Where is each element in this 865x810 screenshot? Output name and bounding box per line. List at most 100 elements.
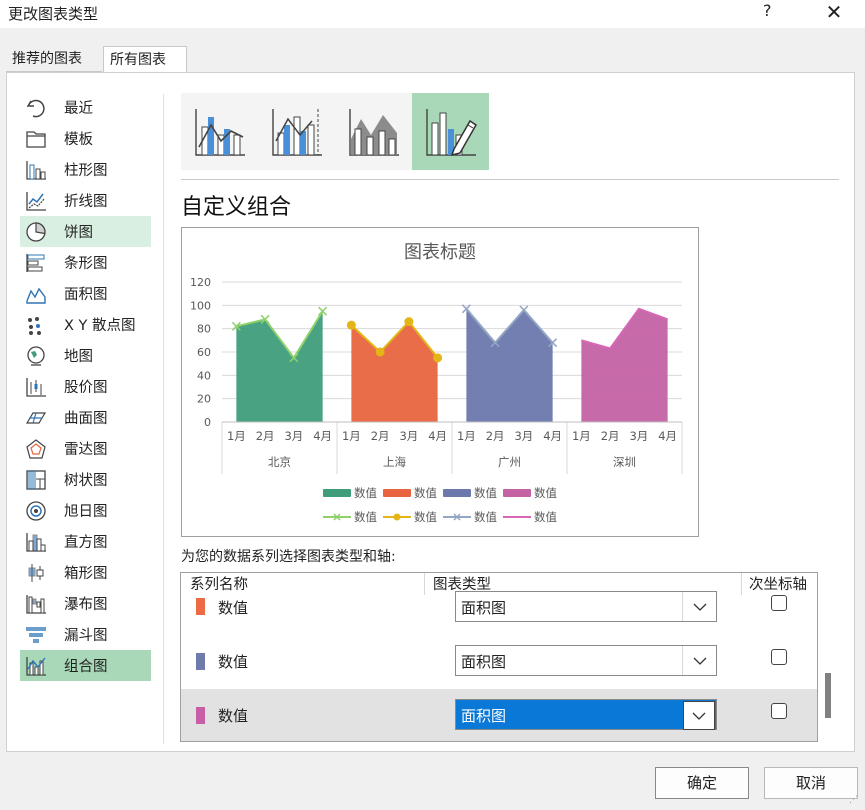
secondary-axis-checkbox[interactable] [771, 595, 787, 611]
category-surface[interactable]: 曲面图 [20, 402, 151, 433]
bar-chart-icon [24, 252, 48, 274]
area-series [581, 308, 668, 422]
category-map[interactable]: 地图 [20, 340, 151, 371]
data-point-marker [375, 347, 385, 357]
x-tick-label: 1月 [342, 429, 361, 443]
x-tick-label: 2月 [601, 429, 620, 443]
column-line-secondary-axis-subtype[interactable] [258, 93, 335, 170]
cancel-button[interactable]: 取消 [764, 767, 858, 799]
x-tick-label: 4月 [313, 429, 332, 443]
stock-chart-icon [24, 376, 48, 398]
tab-recommended-charts[interactable]: 推荐的图表 [6, 46, 102, 72]
category-label: 面积图 [64, 287, 108, 303]
help-icon[interactable]: ? [763, 1, 772, 20]
category-pie[interactable]: 饼图 [20, 216, 151, 247]
category-recent[interactable]: 最近 [20, 92, 151, 123]
x-tick-label: 3月 [399, 429, 418, 443]
x-group-label: 深圳 [613, 455, 636, 469]
series-row: 数值 面积图 [181, 635, 817, 689]
category-label: 折线图 [64, 194, 108, 210]
stacked-area-column-subtype[interactable] [335, 93, 412, 170]
category-label: 模板 [64, 132, 93, 148]
secondary-axis-checkbox[interactable] [771, 649, 787, 665]
ok-button[interactable]: 确定 [655, 767, 749, 799]
category-label: 箱形图 [64, 566, 108, 582]
series-instruction: 为您的数据系列选择图表类型和轴: [181, 549, 396, 565]
funnel-chart-icon [24, 624, 48, 646]
category-label: 旭日图 [64, 504, 108, 520]
clustered-column-line-subtype[interactable] [181, 93, 258, 170]
category-scatter[interactable]: X Y 散点图 [20, 309, 151, 340]
series-color-swatch [196, 598, 205, 615]
y-tick-label: 120 [190, 276, 211, 289]
x-tick-label: 3月 [514, 429, 533, 443]
category-line[interactable]: 折线图 [20, 185, 151, 216]
chart-type-dropdown[interactable]: 面积图 [455, 645, 717, 676]
legend-label: 数值 [414, 510, 437, 524]
series-color-swatch [196, 653, 205, 670]
chevron-down-icon[interactable] [682, 592, 716, 621]
chart-type-dropdown[interactable]: 面积图 [455, 591, 717, 622]
chevron-down-icon[interactable] [682, 646, 716, 675]
y-tick-label: 80 [197, 323, 211, 336]
x-tick-label: 2月 [486, 429, 505, 443]
legend-label: 数值 [354, 486, 377, 500]
x-tick-label: 4月 [658, 429, 677, 443]
x-tick-label: 2月 [256, 429, 275, 443]
chart-preview: 图表标题 0 20 40 60 80 100 120 1月 2月 3月 4月 北京 1月 2月 3月 4月 上海… [181, 227, 699, 537]
category-label: 最近 [64, 101, 93, 117]
folder-icon [24, 128, 48, 150]
category-label: 条形图 [64, 256, 108, 272]
category-stock[interactable]: 股价图 [20, 371, 151, 402]
histogram-chart-icon [24, 531, 48, 553]
category-label: 树状图 [64, 473, 108, 489]
category-histogram[interactable]: 直方图 [20, 526, 151, 557]
combo-subtype-strip [181, 93, 489, 170]
x-tick-label: 3月 [629, 429, 648, 443]
category-waterfall[interactable]: 瀑布图 [20, 588, 151, 619]
category-label: 雷达图 [64, 442, 108, 458]
x-tick-label: 1月 [457, 429, 476, 443]
chart-category-list: 最近 模板 柱形图 折线图 饼图 条形图 面积图 X Y 散点图 地图 股价图 … [20, 92, 151, 681]
combo-chart-icon [24, 655, 48, 677]
category-label: 瀑布图 [64, 597, 108, 613]
series-scrollbar-thumb[interactable] [825, 673, 831, 718]
resize-grip-icon[interactable]: ⋰ [849, 795, 858, 805]
category-sunburst[interactable]: 旭日图 [20, 495, 151, 526]
x-tick-label: 3月 [284, 429, 303, 443]
chart-type-dropdown[interactable]: 面积图 [455, 699, 717, 730]
custom-combination-subtype[interactable] [412, 93, 489, 170]
section-heading: 自定义组合 [181, 195, 292, 220]
legend-swatch [323, 489, 351, 497]
legend-label: 数值 [534, 510, 557, 524]
tab-all-charts[interactable]: 所有图表 [103, 46, 187, 72]
close-icon[interactable]: ✕ [824, 0, 844, 24]
category-combo[interactable]: 组合图 [20, 650, 151, 681]
category-area[interactable]: 面积图 [20, 278, 151, 309]
category-boxwhisker[interactable]: 箱形图 [20, 557, 151, 588]
category-treemap[interactable]: 树状图 [20, 464, 151, 495]
category-label: 组合图 [64, 659, 108, 675]
category-radar[interactable]: 雷达图 [20, 433, 151, 464]
radar-chart-icon [24, 438, 48, 460]
treemap-chart-icon [24, 469, 48, 491]
legend-label: 数值 [354, 510, 377, 524]
legend-label: 数值 [414, 486, 437, 500]
x-tick-label: 1月 [227, 429, 246, 443]
series-name: 数值 [218, 707, 249, 725]
data-point-marker [404, 317, 414, 327]
category-label: 柱形图 [64, 163, 108, 179]
category-column[interactable]: 柱形图 [20, 154, 151, 185]
category-label: 地图 [64, 349, 93, 365]
chevron-down-icon[interactable] [683, 701, 715, 730]
data-point-marker [433, 353, 443, 363]
data-point-marker [346, 320, 356, 330]
map-chart-icon [24, 345, 48, 367]
category-templates[interactable]: 模板 [20, 123, 151, 154]
category-funnel[interactable]: 漏斗图 [20, 619, 151, 650]
category-bar[interactable]: 条形图 [20, 247, 151, 278]
series-name: 数值 [218, 653, 249, 671]
secondary-axis-checkbox[interactable] [771, 703, 787, 719]
series-row-selected: 数值 面积图 [181, 689, 817, 741]
legend-label: 数值 [534, 486, 557, 500]
